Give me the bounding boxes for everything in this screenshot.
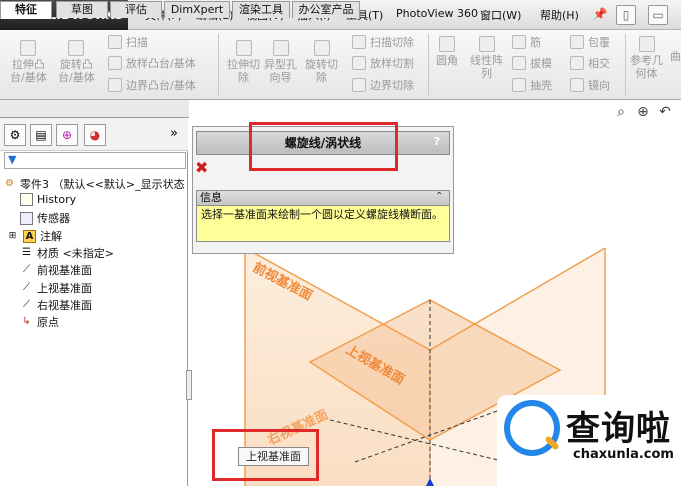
revolve-boss-icon <box>68 40 85 56</box>
info-message: 选择一基准面来绘制一个圆以定义螺旋线横断面。 <box>196 206 450 242</box>
mirror-icon <box>570 78 584 92</box>
expand-panel-icon[interactable]: » <box>170 126 178 141</box>
cancel-icon[interactable]: ✖ <box>195 158 208 177</box>
ribbon-divider <box>428 34 429 96</box>
wrap-button[interactable]: 包覆 <box>570 34 610 50</box>
hole-wizard-icon <box>272 40 289 56</box>
revolve-cut-button[interactable]: 旋转切 除 <box>305 40 338 84</box>
plane-icon: ⟋ <box>23 281 30 293</box>
plane-tooltip: 上视基准面 <box>238 447 309 466</box>
tree-item-front-plane[interactable]: ⟋ 前视基准面 <box>20 262 92 278</box>
draft-button[interactable]: 拔模 <box>512 55 552 71</box>
tree-item-material[interactable]: ☰ 材质 <未指定> <box>20 245 114 261</box>
extrude-cut-button[interactable]: 拉伸切 除 <box>227 40 260 84</box>
tab-render-tools[interactable]: 渲染工具 <box>232 1 290 18</box>
boundary-cut-icon <box>352 78 366 92</box>
rib-icon <box>512 35 526 49</box>
tree-item-history[interactable]: History <box>20 193 76 206</box>
swept-cut-icon <box>352 35 366 49</box>
revolve-cut-icon <box>313 40 330 56</box>
expand-icon: ⊞ <box>8 230 17 241</box>
tree-filter[interactable]: ▼ <box>4 152 186 169</box>
material-icon: ☰ <box>22 246 31 258</box>
configuration-manager-tab-icon[interactable]: ⊕ <box>56 124 78 146</box>
panel-toolbar: ⚙ ▤ ⊕ ◕ » <box>0 118 188 151</box>
shell-button[interactable]: 抽壳 <box>512 77 552 93</box>
menu-window[interactable]: 窗口(W) <box>480 7 521 23</box>
watermark-logo-icon <box>504 400 560 456</box>
wrap-icon <box>570 35 584 49</box>
menu-help[interactable]: 帮助(H) <box>540 7 579 23</box>
origin-icon: ↳ <box>22 315 31 327</box>
collapse-icon[interactable]: ⌃ <box>435 191 443 202</box>
loft-button[interactable]: 放样凸台/基体 <box>108 55 196 71</box>
sweep-button[interactable]: 扫描 <box>108 34 148 50</box>
annotation-icon: A <box>23 229 36 243</box>
open-document-icon[interactable]: ▭ <box>648 5 668 25</box>
zoom-to-fit-icon[interactable]: ⌕ <box>612 103 630 121</box>
tree-item-origin[interactable]: ↳ 原点 <box>20 314 59 330</box>
tree-item-top-plane[interactable]: ⟋ 上视基准面 <box>20 280 92 296</box>
shell-icon <box>512 78 526 92</box>
revolve-boss-button[interactable]: 旋转凸 台/基体 <box>58 40 95 84</box>
zoom-area-icon[interactable]: ⊕ <box>634 103 652 121</box>
display-manager-tab-icon[interactable]: ◕ <box>84 124 106 146</box>
linear-pattern-icon <box>478 36 495 52</box>
tree-item-annotations[interactable]: ⊞ A 注解 <box>6 228 62 244</box>
part-icon: ⚙ <box>5 177 14 189</box>
hole-wizard-button[interactable]: 异型孔 向导 <box>264 40 297 84</box>
draft-icon <box>512 56 526 70</box>
ribbon-divider <box>625 34 626 96</box>
boundary-boss-icon <box>108 78 122 92</box>
loft-icon <box>108 56 122 70</box>
help-icon[interactable]: ? <box>430 135 444 149</box>
sensor-icon <box>20 211 33 225</box>
pin-icon[interactable]: 📌 <box>590 5 610 25</box>
reference-geometry-icon <box>638 36 655 52</box>
boundary-boss-button[interactable]: 边界凸台/基体 <box>108 77 196 93</box>
tree-item-sensors[interactable]: 传感器 <box>20 210 70 226</box>
previous-view-icon[interactable]: ↶ <box>656 103 674 121</box>
plane-icon: ⟋ <box>23 263 30 275</box>
tab-sketch[interactable]: 草图 <box>56 1 108 18</box>
history-icon <box>20 193 33 206</box>
rib-button[interactable]: 筋 <box>512 34 541 50</box>
extrude-boss-icon <box>20 40 37 56</box>
mirror-button[interactable]: 镜向 <box>570 77 610 93</box>
property-manager-tab-icon[interactable]: ▤ <box>30 124 52 146</box>
fillet-icon <box>439 36 455 52</box>
curves-button[interactable]: 曲 <box>670 50 681 63</box>
extrude-boss-button[interactable]: 拉伸凸 台/基体 <box>10 40 47 84</box>
intersect-button[interactable]: 相交 <box>570 55 610 71</box>
sweep-icon <box>108 35 122 49</box>
part-node[interactable]: ⚙ 零件3 （默认<<默认>_显示状态 <box>3 176 185 192</box>
tab-evaluate[interactable]: 评估 <box>110 1 162 18</box>
linear-pattern-button[interactable]: 线性阵 列 <box>470 36 503 80</box>
info-section-header[interactable]: 信息 <box>196 190 450 206</box>
swept-cut-button[interactable]: 扫描切除 <box>352 34 414 50</box>
menu-photoview[interactable]: PhotoView 360 <box>396 7 478 20</box>
lofted-cut-icon <box>352 56 366 70</box>
filter-icon: ▼ <box>8 153 17 166</box>
intersect-icon <box>570 56 584 70</box>
plane-icon: ⟋ <box>23 298 30 310</box>
reference-geometry-button[interactable]: 参考几 何体 <box>630 36 663 80</box>
panel-splitter[interactable] <box>186 370 192 400</box>
tab-features[interactable]: 特征 <box>0 1 52 19</box>
fillet-button[interactable]: 圆角 <box>436 36 458 67</box>
feature-manager-tab-icon[interactable]: ⚙ <box>4 124 26 146</box>
watermark-url: chaxunla.com <box>573 447 674 462</box>
highlight-box-title <box>249 122 398 171</box>
watermark-text: 查询啦 <box>566 409 671 449</box>
boundary-cut-button[interactable]: 边界切除 <box>352 77 414 93</box>
tree-item-right-plane[interactable]: ⟋ 右视基准面 <box>20 297 92 313</box>
new-document-icon[interactable]: ▯ <box>616 5 636 25</box>
ribbon-divider <box>218 34 219 96</box>
extrude-cut-icon <box>235 40 252 56</box>
lofted-cut-button[interactable]: 放样切割 <box>352 55 414 71</box>
tab-dimxpert[interactable]: DimXpert <box>164 1 230 18</box>
tab-office-products[interactable]: 办公室产品 <box>292 1 360 18</box>
